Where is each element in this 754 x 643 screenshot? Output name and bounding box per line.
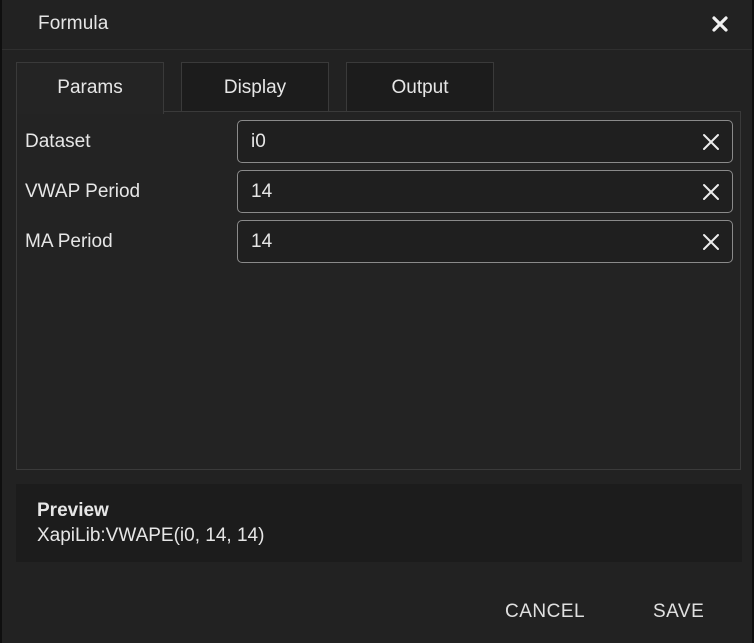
clear-icon[interactable] — [701, 182, 721, 202]
preview-label: Preview — [37, 500, 109, 521]
tab-params[interactable]: Params — [16, 62, 164, 114]
params-panel: Dataset VWAP Period — [16, 111, 741, 470]
ma-period-input[interactable] — [251, 221, 671, 262]
param-row-vwap-period: VWAP Period — [17, 162, 742, 213]
ma-period-field — [237, 220, 733, 263]
clear-icon[interactable] — [701, 132, 721, 152]
cancel-button[interactable]: CANCEL — [505, 597, 585, 627]
param-row-dataset: Dataset — [17, 112, 742, 163]
dataset-field — [237, 120, 733, 163]
tab-output[interactable]: Output — [346, 62, 494, 112]
tab-display[interactable]: Display — [181, 62, 329, 112]
dataset-label: Dataset — [25, 131, 91, 152]
param-row-ma-period: MA Period — [17, 212, 742, 263]
vwap-period-label: VWAP Period — [25, 181, 141, 202]
preview-value: XapiLib:VWAPE(i0, 14, 14) — [37, 525, 265, 546]
dialog-title: Formula — [38, 13, 109, 34]
dataset-input[interactable] — [251, 121, 671, 162]
clear-icon[interactable] — [701, 232, 721, 252]
vwap-period-input[interactable] — [251, 171, 671, 212]
ma-period-label: MA Period — [25, 231, 113, 252]
preview-box: Preview XapiLib:VWAPE(i0, 14, 14) — [16, 484, 742, 562]
save-button[interactable]: SAVE — [653, 597, 704, 627]
close-icon[interactable] — [711, 15, 729, 33]
formula-dialog: Formula Params Display Output Dataset i0… — [0, 0, 754, 643]
vwap-period-field — [237, 170, 733, 213]
dialog-titlebar: Formula — [2, 0, 752, 50]
